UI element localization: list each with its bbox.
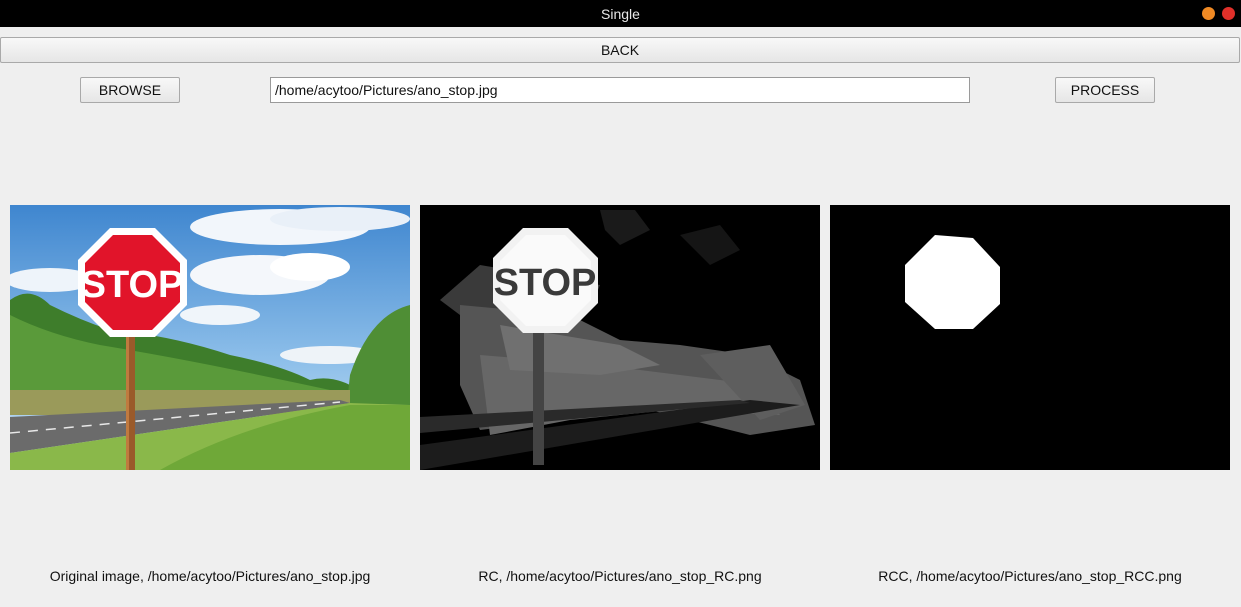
browse-button[interactable]: BROWSE [80,77,180,103]
rc-caption: RC, /home/acytoo/Pictures/ano_stop_RC.pn… [478,568,762,584]
back-button[interactable]: BACK [0,37,1240,63]
window-controls [1202,7,1235,20]
stop-sign-text: STOP [81,264,184,306]
close-button[interactable] [1222,7,1235,20]
original-caption: Original image, /home/acytoo/Pictures/an… [49,568,371,584]
title-bar: Single [0,0,1241,27]
rc-image: STOP [420,205,820,470]
window-title: Single [601,5,640,22]
rcc-image [830,205,1230,470]
rc-stop-sign-text: STOP [494,262,597,304]
minimize-button[interactable] [1202,7,1215,20]
file-path-input[interactable] [270,77,970,103]
original-image: STOP [10,205,410,470]
process-button[interactable]: PROCESS [1055,77,1155,103]
rcc-caption: RCC, /home/acytoo/Pictures/ano_stop_RCC.… [878,568,1182,584]
